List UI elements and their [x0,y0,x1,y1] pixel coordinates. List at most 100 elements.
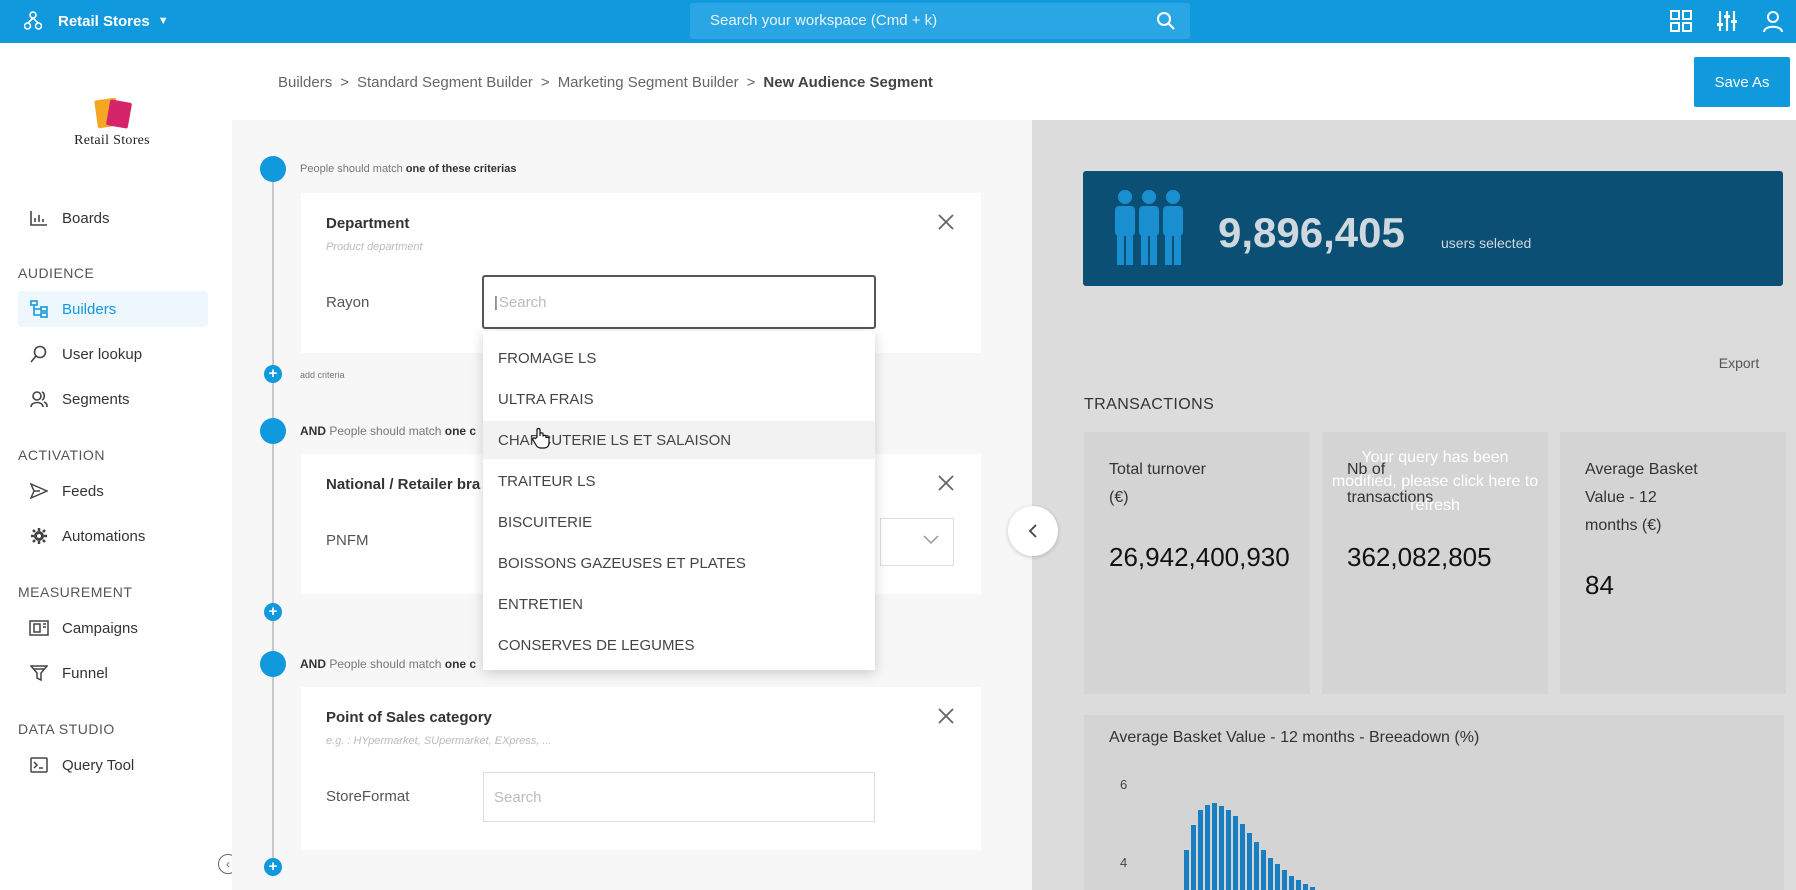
sidebar-item-user-lookup[interactable]: User lookup [18,336,208,372]
chevron-down-icon [923,535,939,545]
hierarchy-icon [28,298,50,320]
workspace-search-placeholder: Search your workspace (Cmd + k) [710,12,938,29]
sidebar-item-funnel[interactable]: Funnel [18,655,208,691]
sidebar-item-builders[interactable]: Builders [18,291,208,327]
rayon-search-input[interactable]: | Search [482,275,876,329]
hand-cursor-icon [532,427,550,449]
save-as-button[interactable]: Save As [1694,57,1790,107]
dropdown-option[interactable]: BISCUITERIE [483,503,875,541]
breadcrumb-item[interactable]: Builders [278,74,332,91]
caret-down-icon: ▼ [157,15,169,27]
step-dot [260,651,286,677]
top-actions [1658,5,1796,37]
breadcrumb-separator: > [746,74,756,91]
basket-breakdown-chart: Average Basket Value - 12 months - Breea… [1084,715,1784,890]
sidebar-item-segments[interactable]: Segments [18,381,208,417]
add-criteria-icon[interactable]: + [264,603,282,621]
dropdown-option[interactable]: CONSERVES DE LEGUMES [483,626,875,664]
export-button[interactable]: Export [1703,347,1775,379]
timeline-line [272,168,274,868]
criteria-card-point-of-sales: Point of Sales category e.g. : HYpermark… [301,687,981,850]
kpi-label: Total turnover (€) [1109,461,1206,506]
kpi-card-turnover: Total turnover (€) 26,942,400,930 [1084,432,1310,694]
step-dot [260,156,286,182]
users-label: users selected [1441,235,1532,251]
sliders-icon[interactable] [1704,5,1750,37]
sidebar-item-boards[interactable]: Boards [18,200,208,236]
add-criteria-icon[interactable]: + [264,858,282,876]
breadcrumb-current: New Audience Segment [763,74,933,91]
users-selected-banner: 9,896,405 users selected [1083,171,1783,286]
field-label: StoreFormat [326,788,410,805]
chevron-left-icon [1028,524,1037,538]
gear-icon [28,525,50,547]
workspace-search[interactable]: Search your workspace (Cmd + k) [690,3,1190,39]
sidebar-item-label: User lookup [62,345,143,363]
add-criteria-icon[interactable]: + [264,365,282,383]
sidebar-item-label: Automations [62,527,146,545]
sidebar-item-query-tool[interactable]: Query Tool [18,747,208,783]
section-measurement: MEASUREMENT [18,584,133,600]
sidebar-item-label: Query Tool [62,756,135,774]
logo-text: Retail Stores [74,133,150,148]
section-data-studio: DATA STUDIO [18,721,115,737]
dropdown-option[interactable]: FROMAGE LS [483,339,875,377]
sidebar-item-automations[interactable]: Automations [18,518,208,554]
sidebar-item-campaigns[interactable]: Campaigns [18,610,208,646]
dropdown-option[interactable]: BOISSONS GAZEUSES ET PLATES [483,544,875,582]
breadcrumb-item[interactable]: Marketing Segment Builder [558,74,739,91]
dropdown-option[interactable]: ENTRETIEN [483,585,875,623]
sidebar-item-label: Campaigns [62,619,138,637]
top-bar: Retail Stores ▼ Search your workspace (C… [0,0,1796,43]
close-icon[interactable] [937,474,955,492]
pnfm-select[interactable] [880,518,954,566]
breadcrumb-item[interactable]: Standard Segment Builder [357,74,533,91]
search-icon [1157,12,1175,30]
step-dot [260,418,286,444]
add-criteria-link[interactable]: add criteria [300,370,345,380]
section-activation: ACTIVATION [18,447,105,463]
card-title: National / Retailer bra [326,476,481,493]
sidebar-item-feeds[interactable]: Feeds [18,473,208,509]
terminal-icon [28,754,50,776]
dropdown-option[interactable]: TRAITEUR LS [483,462,875,500]
collapse-panel-button[interactable] [1008,506,1058,556]
close-icon[interactable] [937,213,955,231]
refresh-query-message[interactable]: Your query has been modified, please cli… [1330,446,1540,518]
users-count: 9,896,405 [1218,209,1405,256]
kpi-value: 362,082,805 [1347,542,1492,572]
breadcrumb: Builders > Standard Segment Builder > Ma… [278,74,933,91]
people-icon [1115,190,1183,265]
section-audience: AUDIENCE [18,265,95,281]
y-tick: 4 [1120,855,1128,870]
card-title: Point of Sales category [326,709,492,726]
bar-chart-icon [28,207,50,229]
retail-stores-logo: Retail Stores [62,93,162,163]
storeformat-search-input[interactable]: Search [483,772,875,822]
chart-title: Average Basket Value - 12 months - Breea… [1109,729,1480,746]
card-title: Department [326,215,410,232]
dropdown-option[interactable]: ULTRA FRAIS [483,380,875,418]
histogram-bars [1184,803,1315,890]
close-icon[interactable] [937,707,955,725]
sidebar-item-label: Boards [62,209,110,227]
kpi-card-avg-basket: Average Basket Value - 12 months (€) 84 [1560,432,1786,694]
breadcrumb-separator: > [540,74,550,91]
workspace-switcher[interactable]: Retail Stores ▼ [24,9,169,33]
users-icon [28,388,50,410]
workspace-name: Retail Stores [58,12,150,30]
step-label: People should match one of these criteri… [300,163,517,175]
transactions-title: TRANSACTIONS [1084,396,1215,413]
kpi-label: Average Basket Value - 12 months (€) [1585,461,1698,534]
breadcrumb-separator: > [340,74,349,91]
step-label: AND People should match one c [300,657,477,671]
rayon-dropdown-list: FROMAGE LS ULTRA FRAIS CHARCUTERIE LS ET… [483,331,875,670]
sidebar-item-label: Feeds [62,482,104,500]
field-label: Rayon [326,294,370,311]
card-subtitle: e.g. : HYpermarket, SUpermarket, EXpress… [326,735,552,747]
funnel-icon [28,662,50,684]
user-icon[interactable] [1750,5,1796,37]
step-label: AND People should match one c [300,424,477,438]
grid-icon[interactable] [1658,5,1704,37]
card-subtitle: Product department [326,241,423,253]
